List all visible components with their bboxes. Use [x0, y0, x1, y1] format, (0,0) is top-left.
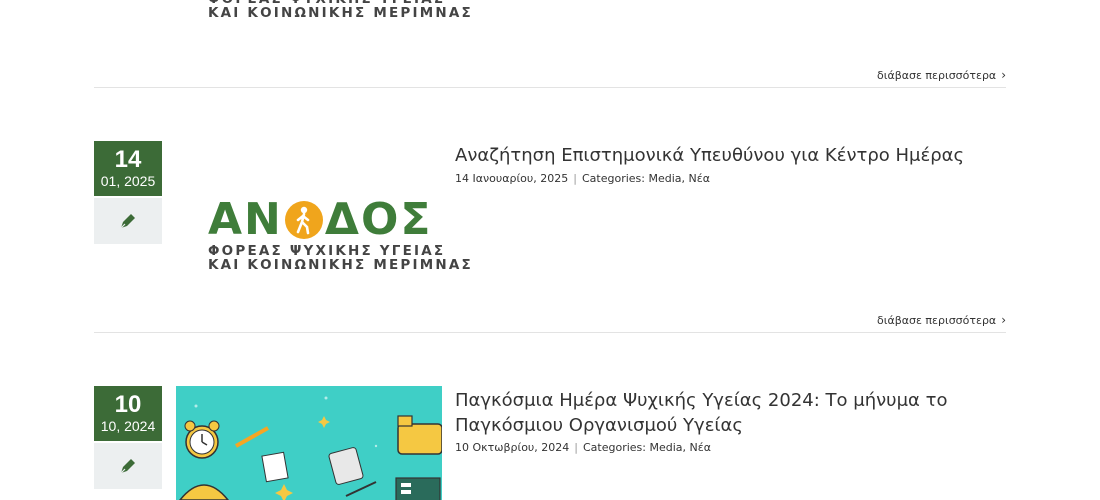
post-day: 10 [114, 391, 142, 418]
post-month-year: 01, 2025 [100, 173, 156, 189]
post-thumbnail-logo[interactable]: ΑΝ ΔΟΣ ΦΟΡΕΑΣ ΨΥΧΙΚΗΣ ΥΓΕΙΑΣ ΚΑΙ ΚΟΙΝΩΝΙ… [208, 198, 473, 273]
post-thumbnail-logo-previous[interactable]: ΦΟΡΕΑΣ ΨΥΧΙΚΗΣ ΥΓΕΙΑΣ ΚΑΙ ΚΟΙΝΩΝΙΚΗΣ ΜΕΡ… [208, 0, 473, 20]
post-date-badge: 10 10, 2024 [94, 386, 162, 441]
logo-subtitle-line2: ΚΑΙ ΚΟΙΝΩΝΙΚΗΣ ΜΕΡΙΜΝΑΣ [208, 257, 473, 273]
chevron-right-icon: › [1001, 313, 1006, 327]
logo-brand-left: ΑΝ [208, 194, 283, 245]
post-categories-label: Categories: [581, 172, 645, 185]
post-title-link[interactable]: Παγκόσμια Ημέρα Ψυχικής Υγείας 2024: Το … [455, 388, 995, 438]
post-meta: 10 Οκτωβρίου, 2024 | Categories: Media, Νέ… [455, 441, 711, 454]
post-separator [94, 87, 1006, 88]
post-categories[interactable]: Media, Νέα [650, 441, 711, 454]
pen-icon [120, 459, 135, 474]
logo-brand-right: ΔΟΣ [324, 194, 433, 245]
post-thumbnail-image[interactable] [176, 386, 442, 500]
post-format-badge[interactable] [94, 443, 162, 489]
read-more-label: διάβασε περισσότερα [877, 313, 997, 327]
meta-divider: | [574, 441, 578, 454]
post-categories-label: Categories: [583, 441, 646, 454]
post-day: 14 [114, 146, 142, 173]
post-format-badge[interactable] [94, 198, 162, 244]
post-date: 10 Οκτωβρίου, 2024 [455, 441, 570, 454]
logo-subtitle-line2: ΚΑΙ ΚΟΙΝΩΝΙΚΗΣ ΜΕΡΙΜΝΑΣ [208, 5, 473, 21]
logo-brand: ΑΝ ΔΟΣ [208, 198, 473, 242]
logo-subtitle-line1: ΦΟΡΕΑΣ ΨΥΧΙΚΗΣ ΥΓΕΙΑΣ [208, 243, 446, 259]
post-meta: 14 Ιανουαρίου, 2025 | Categories: Media, Ν… [455, 172, 710, 185]
read-more-label: διάβασε περισσότερα [877, 68, 997, 82]
post-title-link[interactable]: Αναζήτηση Επιστημονικά Υπευθύνου για Κέν… [455, 143, 995, 168]
illustration-image [179, 396, 442, 500]
read-more-link[interactable]: διάβασε περισσότερα › [877, 68, 1006, 82]
pen-icon [120, 214, 135, 229]
meta-divider: | [573, 172, 577, 185]
post-date-badge: 14 01, 2025 [94, 141, 162, 196]
read-more-link[interactable]: διάβασε περισσότερα › [877, 313, 1006, 327]
walking-person-icon [284, 201, 323, 239]
post-categories[interactable]: Media, Νέα [648, 172, 709, 185]
post-month-year: 10, 2024 [100, 418, 156, 434]
chevron-right-icon: › [1001, 68, 1006, 82]
post-date: 14 Ιανουαρίου, 2025 [455, 172, 569, 185]
post-separator [94, 332, 1006, 333]
